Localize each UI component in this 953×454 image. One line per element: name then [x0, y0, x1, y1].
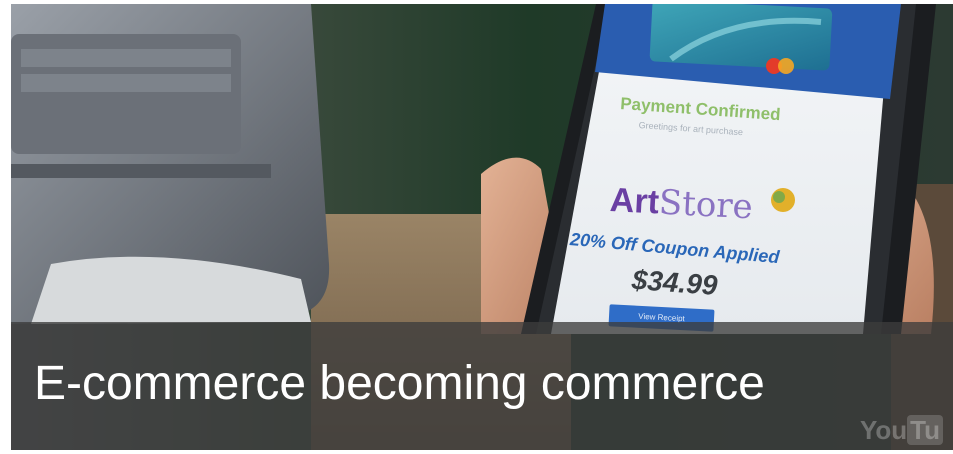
youtube-watermark: You Tu — [860, 415, 943, 446]
artstore-logo-part1: Art — [608, 180, 660, 222]
watermark-part2: Tu — [907, 415, 943, 445]
caption-text: E-commerce becoming commerce — [34, 357, 765, 410]
price-text: $34.99 — [630, 264, 719, 301]
artstore-logo-part2: Store — [657, 182, 754, 228]
artstore-logo: ArtStore — [609, 180, 754, 227]
caption-overlay: E-commerce becoming commerce You Tu — [11, 322, 953, 450]
watermark-part1: You — [859, 415, 908, 445]
photo-frame: Payment Confirmed Greetings for art purc… — [11, 4, 953, 450]
